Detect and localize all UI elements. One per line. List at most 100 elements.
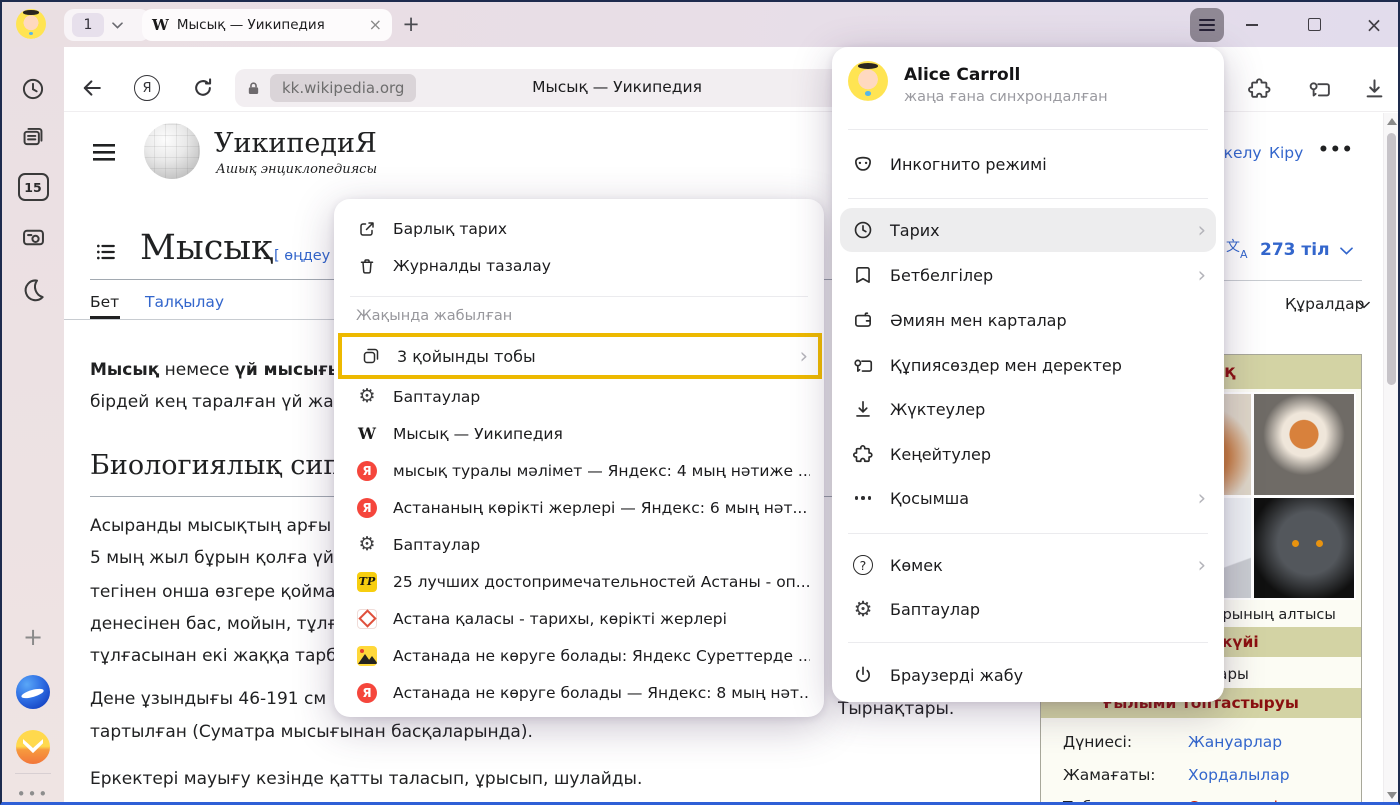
incognito-mask-icon <box>852 153 874 175</box>
maximize-button[interactable] <box>1294 2 1334 47</box>
power-icon <box>852 664 874 686</box>
key-folder-icon <box>852 354 874 376</box>
wikipedia-logo-globe[interactable] <box>144 123 200 179</box>
download-icon <box>852 398 874 420</box>
clock-icon <box>20 76 46 102</box>
menu-item-settings[interactable]: ⚙ Баптаулар <box>840 587 1216 631</box>
menu-item-wikipedia-page[interactable]: W Мысық — Уикипедия <box>350 415 810 452</box>
taxonomy-link[interactable]: Жануарлар <box>1188 733 1282 751</box>
downloads-button[interactable] <box>1362 76 1387 101</box>
profile-avatar[interactable] <box>16 9 46 39</box>
sidebar-divider <box>15 773 51 774</box>
menu-item-extensions[interactable]: Кеңейтулер <box>840 432 1216 476</box>
yandex-search-button[interactable]: Я <box>134 75 160 101</box>
menu-item-astana-site[interactable]: Астана қаласы - тарихы, көрікті жерлері <box>350 600 810 637</box>
url-chip[interactable]: kk.wikipedia.org <box>270 74 416 102</box>
passwords-button[interactable] <box>1307 76 1332 101</box>
profile-avatar[interactable] <box>848 61 888 101</box>
sidebar-calendar-button[interactable]: 15 <box>2 173 64 201</box>
chevron-down-icon <box>112 22 123 29</box>
menu-item-more[interactable]: Қосымша › <box>840 476 1216 520</box>
yandex-favicon: Я <box>356 682 378 704</box>
browser-main-menu: Alice Carroll жаңа ғана синхрондалған Ин… <box>832 47 1224 702</box>
menu-item-yandex-images[interactable]: Астанада не көруге болады: Яндекс Суретт… <box>350 637 810 674</box>
languages-button[interactable]: 273 тіл <box>1260 240 1330 260</box>
menu-item-history[interactable]: Тарих › <box>840 208 1216 252</box>
cat-photo <box>1254 394 1354 495</box>
new-tab-button[interactable]: + <box>398 11 424 37</box>
edit-link[interactable]: [ өңдеу ] <box>274 248 341 264</box>
lead-paragraph-line: Мысық немесе үй мысығы <box>90 360 343 380</box>
extensions-button[interactable] <box>1247 76 1272 101</box>
wiki-menu-button[interactable] <box>93 143 118 162</box>
menu-item-help[interactable]: ? Көмек › <box>840 543 1216 587</box>
menu-divider <box>848 642 1208 643</box>
taxonomy-redlink[interactable]: Сүткоректілер <box>1188 798 1307 805</box>
page-more-icon[interactable]: ••• <box>1318 140 1354 160</box>
menu-item-settings[interactable]: ⚙ Баптаулар <box>350 378 810 415</box>
menu-item-passwords[interactable]: Құпиясөздер мен деректер <box>840 343 1216 387</box>
sidebar-more-button[interactable]: ••• <box>2 784 64 804</box>
menu-item-yandex-search[interactable]: Я Астананың көрікті жерлері — Яндекс: 6 … <box>350 489 810 526</box>
menu-item-bookmarks[interactable]: Бетбелгілер › <box>840 253 1216 297</box>
moon-icon <box>20 276 47 303</box>
menu-item-tripadvisor-page[interactable]: TP 25 лучших достопримечательностей Аста… <box>350 563 810 600</box>
wikipedia-favicon: W <box>152 16 169 34</box>
lock-icon[interactable] <box>245 80 262 97</box>
page-scrollbar[interactable] <box>1383 113 1399 804</box>
yandex-favicon: Я <box>356 497 378 519</box>
menu-item-yandex-search[interactable]: Я мысық туралы мәлімет — Яндекс: 4 мың н… <box>350 452 810 489</box>
close-tab-icon[interactable]: × <box>369 17 382 33</box>
taxonomy-link[interactable]: Хордалылар <box>1188 766 1290 784</box>
menu-divider <box>848 129 1208 130</box>
minimize-button[interactable] <box>1232 2 1272 47</box>
menu-item-wallet[interactable]: Әмиян мен карталар <box>840 298 1216 342</box>
refresh-button[interactable] <box>191 76 215 100</box>
menu-item-tab-group[interactable]: 3 қойынды тобы › <box>338 333 822 379</box>
tab-group-counter[interactable]: 1 <box>64 9 150 41</box>
scrollbar-thumb[interactable] <box>1387 133 1396 385</box>
sidebar-alice-app-button[interactable] <box>2 674 64 710</box>
cat-photo <box>1254 498 1354 598</box>
menu-item-all-history[interactable]: Барлық тарих <box>350 210 810 247</box>
chevron-down-icon <box>1358 301 1370 309</box>
tab-talk[interactable]: Талқылау <box>145 293 224 311</box>
scroll-down-icon[interactable] <box>1387 792 1397 799</box>
login-link[interactable]: Кіру <box>1269 144 1303 162</box>
sidebar-add-button[interactable]: + <box>2 622 64 652</box>
sidebar-screenshot-button[interactable] <box>2 223 64 251</box>
profile-name[interactable]: Alice Carroll <box>904 65 1020 85</box>
scroll-up-icon[interactable] <box>1387 118 1397 125</box>
tab-article[interactable]: Бет <box>90 293 119 311</box>
tab-bar: 1 W Мысық — Уикипедия × + × <box>2 2 1398 47</box>
tools-button[interactable]: Құралдар <box>1285 295 1364 313</box>
pages-icon <box>20 124 46 150</box>
sidebar-history-button[interactable] <box>2 75 64 103</box>
close-window-button[interactable]: × <box>1354 2 1394 47</box>
gear-icon: ⚙ <box>356 534 378 556</box>
screenshot-camera-icon <box>20 224 47 251</box>
wikipedia-wordmark[interactable]: УикипедиЯ <box>214 128 377 159</box>
menu-item-incognito[interactable]: Инкогнито режимі <box>840 142 1216 186</box>
sidebar-dark-mode-button[interactable] <box>2 274 64 304</box>
back-arrow-icon <box>80 76 104 100</box>
taxonomy-label: Дүниесі: <box>1063 733 1132 751</box>
sync-status: жаңа ғана синхрондалған <box>904 89 1108 105</box>
sidebar-mail-button[interactable] <box>2 729 64 765</box>
menu-item-close-browser[interactable]: Браузерді жабу <box>840 653 1216 697</box>
calendar-icon: 15 <box>18 173 49 201</box>
browser-menu-button[interactable] <box>1190 8 1224 42</box>
back-button[interactable] <box>80 76 104 100</box>
sidebar-feed-button[interactable] <box>2 123 64 151</box>
menu-item-downloads[interactable]: Жүктеулер <box>840 387 1216 431</box>
close-icon: × <box>1366 15 1383 35</box>
browser-tab[interactable]: W Мысық — Уикипедия × <box>142 9 392 41</box>
menu-item-settings[interactable]: ⚙ Баптаулар <box>350 526 810 563</box>
contents-list-icon[interactable] <box>94 240 118 264</box>
wikipedia-favicon: W <box>356 423 378 445</box>
paragraph-line: тартылған (Суматра мысығынан басқаларынд… <box>90 722 533 742</box>
taxonomy-label: Табы: <box>1063 798 1109 805</box>
menu-item-yandex-search[interactable]: Я Астанада не көруге болады — Яндекс: 8 … <box>350 674 810 711</box>
maximize-icon <box>1308 18 1321 31</box>
menu-item-clear-history[interactable]: Журналды тазалау <box>350 247 810 284</box>
